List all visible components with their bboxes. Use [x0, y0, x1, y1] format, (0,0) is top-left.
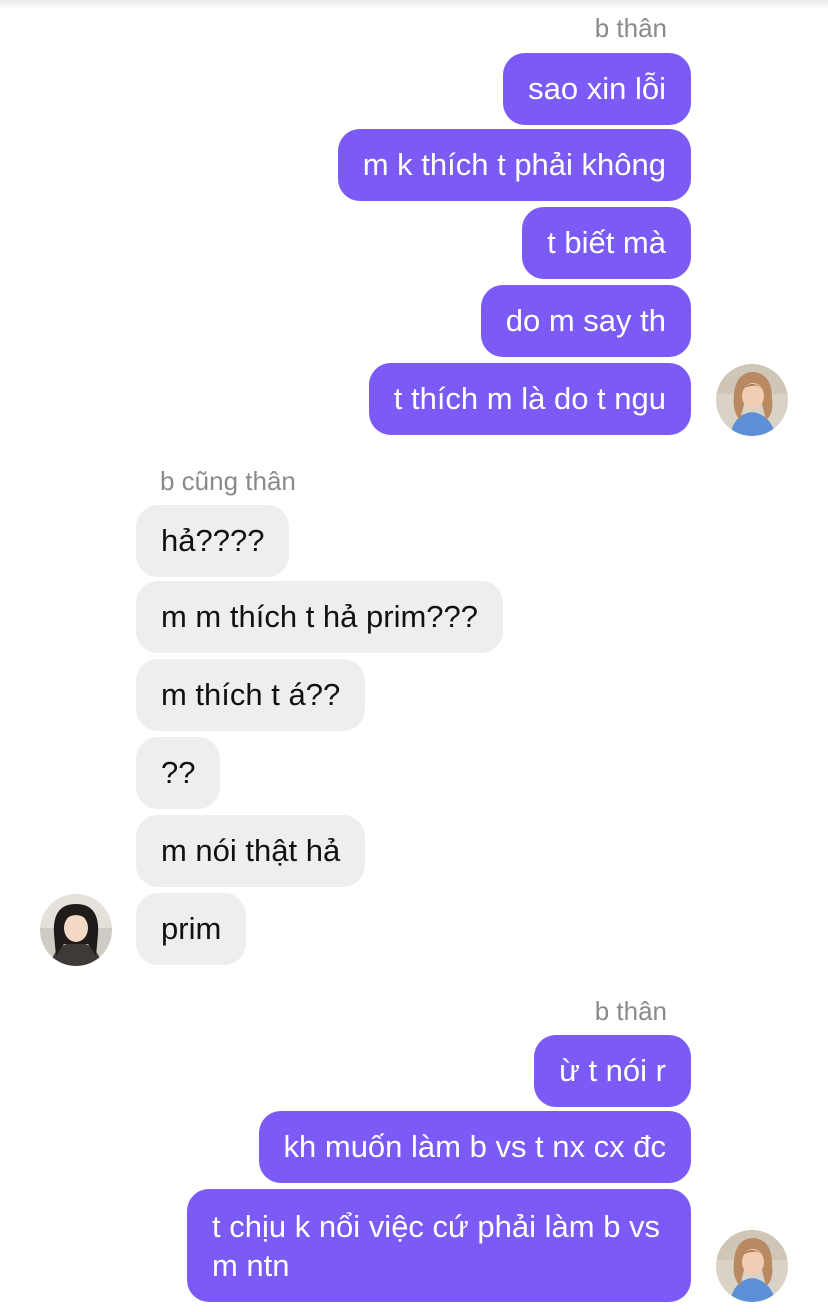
avatar-friend-icon[interactable] [40, 894, 112, 966]
message-bubble-outgoing[interactable]: sao xin lỗi [503, 53, 691, 125]
message-bubble-outgoing[interactable]: t chịu k nổi việc cứ phải làm b vs m ntn [187, 1189, 691, 1302]
message-bubble-outgoing[interactable]: do m say th [480, 285, 691, 357]
message-bubble-outgoing[interactable]: kh muốn làm b vs t nx cx đc [258, 1111, 691, 1183]
message-bubble-outgoing[interactable]: ừ t nói r [534, 1035, 691, 1107]
message-bubble-outgoing[interactable]: m k thích t phải không [337, 129, 691, 201]
message-bubble-incoming[interactable]: m thích t á?? [136, 659, 366, 731]
sender-label: b thân [594, 996, 667, 1026]
avatar-self-icon[interactable] [716, 364, 788, 436]
message-bubble-incoming[interactable]: m nói thật hả [136, 815, 366, 887]
message-bubble-outgoing[interactable]: t biết mà [522, 207, 691, 279]
sender-label: b cũng thân [160, 466, 296, 496]
message-bubble-outgoing[interactable]: t thích m là do t ngu [368, 363, 691, 435]
message-bubble-incoming[interactable]: ?? [136, 737, 221, 809]
message-bubble-incoming[interactable]: m m thích t hả prim??? [136, 581, 504, 653]
message-bubble-incoming[interactable]: hả???? [136, 505, 290, 577]
sender-label: b thân [594, 13, 667, 43]
top-edge-shadow [0, 0, 828, 10]
avatar-self-icon[interactable] [716, 1230, 788, 1302]
message-bubble-incoming[interactable]: prim [136, 893, 247, 965]
